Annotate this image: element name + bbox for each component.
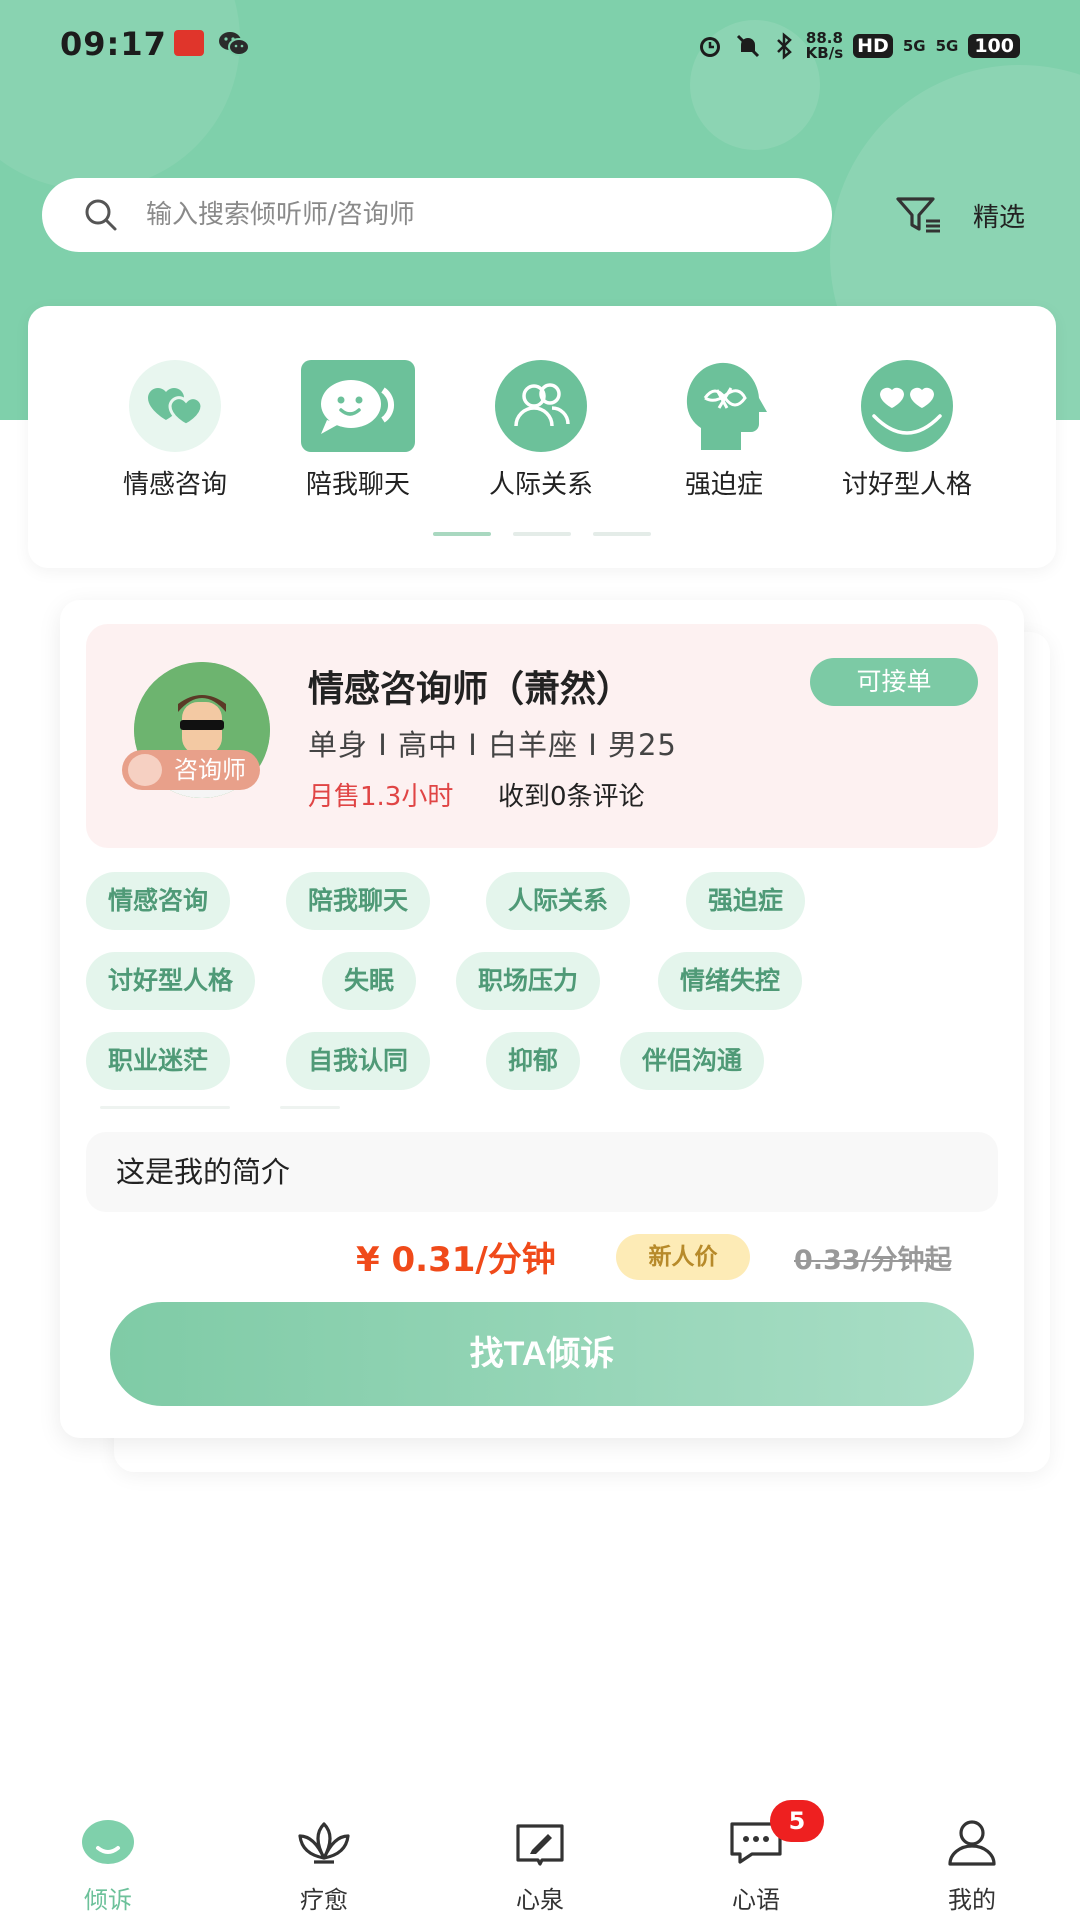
category-label: 讨好型人格 (841, 470, 972, 500)
category-chat[interactable]: 陪我聊天 (273, 360, 443, 501)
counselor-intro: 这是我的简介 (86, 1132, 998, 1212)
nav-item-me[interactable]: 我的 (902, 1814, 1042, 1915)
page-indicator (433, 532, 651, 536)
tag[interactable]: 强迫症 (686, 872, 806, 930)
filter-button[interactable]: 精选 (895, 192, 1025, 238)
app-notification-icon (174, 30, 204, 56)
tag[interactable]: 职场压力 (456, 952, 601, 1010)
counselor-card[interactable]: 咨询师 情感咨询师（萧然） 单身 I 高中 I 白羊座 I 男25 月售1.3小… (60, 600, 1024, 1438)
tag[interactable]: 职业迷茫 (86, 1032, 231, 1090)
new-user-price-badge: 新人价 (616, 1234, 750, 1280)
status-time: 09:17 (60, 25, 167, 63)
network-speed: 88.8 KB/s (805, 29, 844, 62)
nav-label: 倾诉 (84, 1886, 132, 1914)
nav-item-spring[interactable]: 心泉 (470, 1814, 610, 1915)
original-price: 0.33/分钟起 (794, 1245, 952, 1276)
category-relationships[interactable]: 人际关系 (456, 360, 626, 501)
listen-icon (76, 1814, 140, 1870)
tag[interactable]: 陪我聊天 (286, 872, 431, 930)
category-ocd[interactable]: 强迫症 (639, 360, 809, 501)
book-icon (508, 1814, 572, 1870)
tag[interactable]: 情感咨询 (86, 872, 231, 930)
signal-1: 5G (902, 37, 926, 55)
battery-indicator: 100 (968, 34, 1020, 58)
talk-to-counselor-button[interactable]: 找TA倾诉 (110, 1302, 974, 1406)
review-count[interactable]: 收到0条评论 (498, 776, 645, 813)
unread-badge: 5 (770, 1800, 824, 1842)
counselor-attributes: 单身 I 高中 I 白羊座 I 男25 (308, 728, 677, 762)
message-icon: 5 (724, 1800, 824, 1870)
tag-overflow-hint (100, 1106, 360, 1112)
nav-label: 心语 (732, 1886, 780, 1914)
price: ¥ 0.31/分钟 (356, 1240, 556, 1280)
nav-item-messages[interactable]: 5 心语 (686, 1800, 826, 1915)
filter-icon (896, 197, 940, 233)
head-tangle-icon (667, 360, 781, 452)
profile-icon (940, 1814, 1004, 1870)
people-icon (484, 360, 598, 452)
status-badge: 可接单 (810, 658, 978, 706)
category-label: 情感咨询 (122, 470, 227, 500)
counselor-badge-icon (128, 754, 162, 786)
search-icon (85, 199, 117, 231)
lotus-icon (292, 1814, 356, 1870)
wechat-icon (219, 32, 250, 56)
chat-smile-icon (301, 360, 415, 452)
category-label: 人际关系 (488, 470, 593, 500)
tag[interactable]: 自我认同 (286, 1032, 431, 1090)
counselor-name: 情感咨询师（萧然） (308, 669, 633, 710)
bluetooth-icon (776, 32, 792, 60)
tag[interactable]: 讨好型人格 (86, 952, 256, 1010)
nav-item-heal[interactable]: 疗愈 (254, 1814, 394, 1915)
tag[interactable]: 情绪失控 (658, 952, 803, 1010)
role-tag: 咨询师 (122, 750, 260, 790)
nav-item-listen[interactable]: 倾诉 (38, 1814, 178, 1915)
search-bar[interactable] (42, 178, 832, 252)
tag[interactable]: 抑郁 (486, 1032, 581, 1090)
tag[interactable]: 失眠 (322, 952, 417, 1010)
alarm-icon (699, 37, 720, 57)
category-emotional-counseling[interactable]: 情感咨询 (90, 360, 260, 501)
bottom-nav: 倾诉 疗愈 心泉 5 心语 我的 (0, 1800, 1080, 1920)
nav-label: 疗愈 (300, 1886, 348, 1914)
hd-badge: HD (853, 34, 893, 58)
tag[interactable]: 伴侣沟通 (620, 1032, 765, 1090)
category-people-pleasing[interactable]: 讨好型人格 (822, 360, 992, 501)
category-label: 强迫症 (684, 470, 763, 500)
category-label: 陪我聊天 (305, 470, 410, 500)
filter-label: 精选 (973, 202, 1026, 233)
counselor-profile: 咨询师 情感咨询师（萧然） 单身 I 高中 I 白羊座 I 男25 月售1.3小… (86, 624, 998, 848)
heart-eyes-face-icon (850, 360, 964, 452)
search-input[interactable] (146, 192, 786, 238)
hearts-icon (118, 360, 232, 452)
monthly-sales: 月售1.3小时 (308, 782, 454, 812)
mute-bell-icon (736, 34, 759, 58)
nav-label: 我的 (948, 1886, 996, 1914)
category-card: 情感咨询 陪我聊天 人际关系 强迫症 讨好型人格 (28, 306, 1056, 568)
signal-2: 5G (935, 37, 959, 55)
status-bar: 09:17 88.8 KB/s HD 5G 5G 100 (0, 22, 1080, 72)
nav-label: 心泉 (516, 1886, 564, 1914)
tag[interactable]: 人际关系 (486, 872, 631, 930)
